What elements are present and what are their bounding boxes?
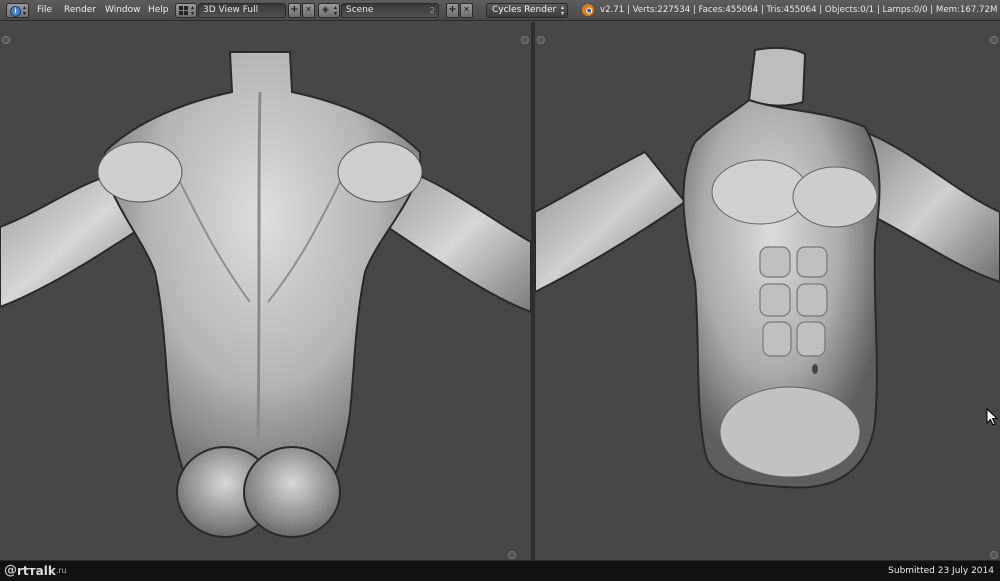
updown-arrows-icon: ▴ ▾ (333, 4, 337, 17)
screen-layout-icon (179, 6, 188, 15)
spine-line (256, 91, 262, 443)
menu-window[interactable]: Window (105, 4, 141, 17)
scene-name: Scene (346, 5, 374, 15)
info-header: i ▴ ▾ File Render Window Help ▴ ▾ 3D View … (0, 0, 1000, 21)
deltoid-left (97, 141, 183, 203)
right-arm (864, 130, 1000, 284)
navel (812, 364, 818, 374)
neck (747, 46, 807, 107)
lower-abdomen (719, 386, 861, 478)
screen-layout-field[interactable]: 3D View Full (198, 3, 286, 18)
scene-browse-button[interactable]: ◈ ▴ ▾ (318, 3, 340, 18)
viewport-right[interactable] (535, 22, 1000, 560)
deltoid-right (337, 141, 423, 203)
updown-arrows-icon: ▴ ▾ (190, 4, 194, 17)
updown-arrows-icon: ▴ ▾ (22, 4, 26, 17)
glute-right (243, 446, 341, 538)
torso-front-render (535, 46, 1000, 489)
remove-scene-button[interactable]: ✕ (460, 3, 473, 18)
add-screen-button[interactable]: + (288, 3, 301, 18)
left-arm (535, 150, 687, 294)
watermark-domain: .ru (55, 566, 67, 575)
viewport-left[interactable] (0, 22, 531, 560)
footer-bar: @ rtтalk .ru Submitted 23 July 2014 (0, 560, 1000, 581)
menu-file[interactable]: File (37, 4, 52, 17)
site-watermark: @ rtтalk .ru (4, 562, 67, 580)
watermark-at: @ (4, 563, 17, 578)
menu-help[interactable]: Help (148, 4, 169, 17)
scene-field[interactable]: Scene 2 (341, 3, 439, 18)
scene-users-count: 2 (429, 6, 435, 15)
menu-render[interactable]: Render (64, 4, 96, 17)
mouse-pointer-icon (986, 408, 998, 426)
watermark-brand: rtтalk (17, 564, 56, 578)
submitted-date: Submitted 23 July 2014 (888, 566, 994, 576)
dropdown-icon: ▴ ▾ (560, 4, 564, 17)
pectoral-right (792, 166, 878, 228)
torso-back (103, 51, 422, 523)
editor-type-button[interactable]: i ▴ ▾ (6, 3, 29, 18)
info-icon: i (10, 6, 21, 17)
scene-statistics: v2.71 | Verts:227534 | Faces:455064 | Tr… (600, 5, 1000, 15)
render-engine-value: Cycles Render (492, 5, 557, 15)
screen-layout-browse-button[interactable]: ▴ ▾ (175, 3, 197, 18)
scene-icon: ◈ (322, 5, 329, 15)
torso-back-render (0, 51, 531, 538)
add-scene-button[interactable]: + (446, 3, 459, 18)
blender-logo-icon (582, 4, 594, 16)
render-engine-select[interactable]: Cycles Render ▴ ▾ (486, 3, 568, 18)
remove-screen-button[interactable]: ✕ (302, 3, 315, 18)
